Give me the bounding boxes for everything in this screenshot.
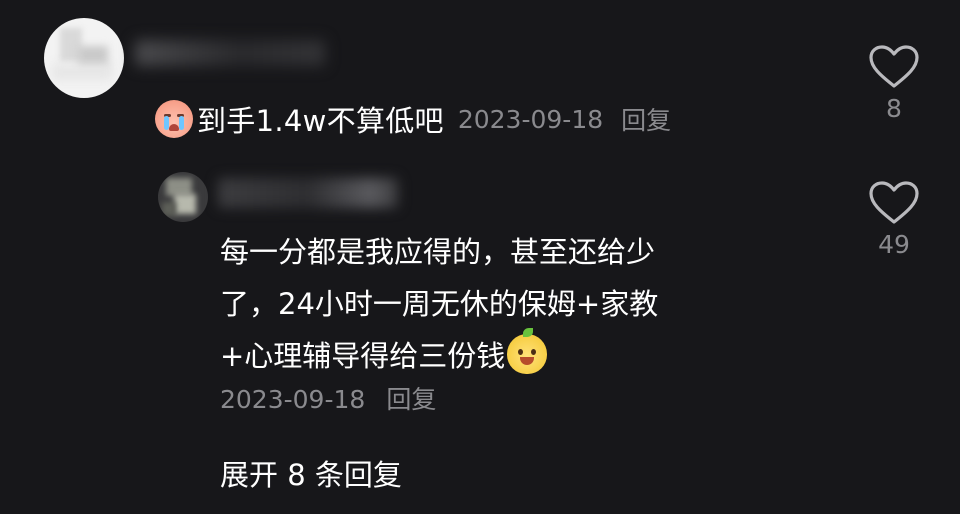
reply-comment-reply-button[interactable]: 回复 xyxy=(386,385,436,414)
heart-icon[interactable] xyxy=(868,180,920,226)
main-comment-row: 到手1.4w不算低吧 2023-09-18 回复 xyxy=(155,96,671,142)
main-comment-like-count: 8 xyxy=(886,94,902,123)
main-comment-reply-button[interactable]: 回复 xyxy=(621,101,671,137)
main-comment-like: 8 xyxy=(862,44,926,123)
reply-comment-line: 每一分都是我应得的，甚至还给少 xyxy=(220,235,656,269)
expand-replies-button[interactable]: 展开 8 条回复 xyxy=(220,452,402,494)
grinning-fruit-emoji-icon xyxy=(507,328,548,374)
reply-comment-date: 2023-09-18 xyxy=(220,385,366,414)
main-comment-date: 2023-09-18 xyxy=(457,104,604,134)
reply-comment-text: 每一分都是我应得的，甚至还给少 了，24小时一周无休的保姆+家教 +心理辅导得给… xyxy=(220,226,820,382)
crying-emoji-icon xyxy=(155,100,193,138)
reply-comment-meta: 2023-09-18 回复 xyxy=(220,380,436,416)
reply-comment-line-text: +心理辅导得给三份钱 xyxy=(220,339,506,373)
reply-comment-username-redacted xyxy=(218,178,398,208)
heart-icon[interactable] xyxy=(868,44,920,90)
reply-comment-line: 了，24小时一周无休的保姆+家教 xyxy=(220,287,659,321)
reply-comment-last-line: +心理辅导得给三份钱 xyxy=(220,328,820,382)
main-comment-username-redacted xyxy=(135,40,325,66)
reply-comment-like-count: 49 xyxy=(878,230,910,259)
main-comment-avatar[interactable] xyxy=(44,18,124,98)
main-comment-text: 到手1.4w不算低吧 xyxy=(197,104,444,138)
reply-comment-avatar[interactable] xyxy=(158,172,208,222)
reply-comment-like: 49 xyxy=(862,180,926,259)
